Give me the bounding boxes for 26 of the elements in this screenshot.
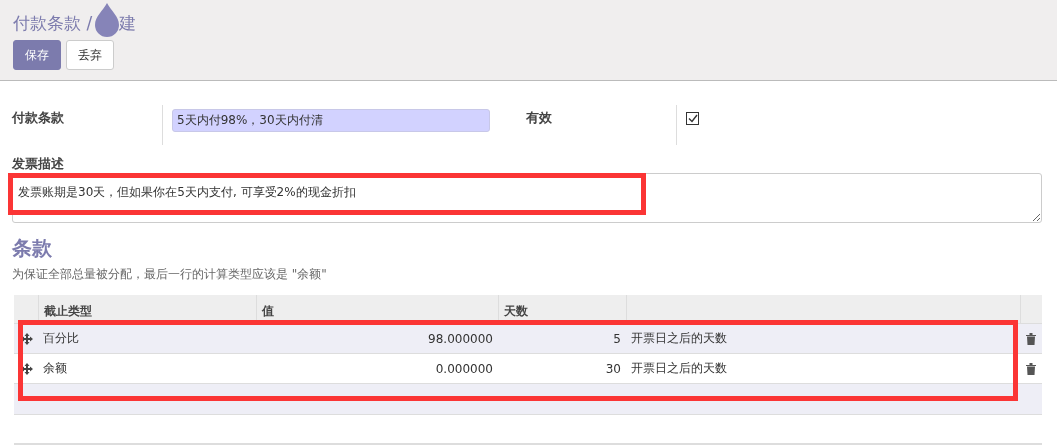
drag-handle-icon[interactable] <box>21 362 33 375</box>
input-field[interactable]: 5天内付98%，30天内付清 <box>172 109 490 132</box>
table-cell-text: 30 <box>604 361 622 376</box>
field-label: 发票描述 <box>12 155 65 173</box>
column-header[interactable]: 值 <box>256 295 498 323</box>
checkbox[interactable] <box>686 112 699 125</box>
table-cell-text: 开票日之后的天数 <box>630 360 728 377</box>
discard-button[interactable]: 丢弃 <box>66 40 114 70</box>
breadcrumb-parent[interactable]: 付款条款 / <box>13 11 93 35</box>
table-cell-text: 0.000000 <box>434 361 494 376</box>
field-label: 有效 <box>526 109 553 127</box>
save-button[interactable]: 保存 <box>13 40 61 70</box>
table-cell-text: 98.000000 <box>427 331 494 346</box>
trash-icon[interactable] <box>1026 332 1036 345</box>
breadcrumb-current: 建 <box>119 11 137 35</box>
table-cell-text: 百分比 <box>42 330 80 347</box>
field-label: 付款条款 <box>12 109 65 127</box>
hint-text: 为保证全部总量被分配，最后一行的计算类型应该是 "余额" <box>12 266 328 283</box>
column-header[interactable]: 截止类型 <box>38 295 256 323</box>
table-cell-text: 余额 <box>42 360 68 377</box>
trash-icon[interactable] <box>1026 362 1036 375</box>
section-title: 条款 <box>12 235 53 262</box>
table-cell-text: 开票日之后的天数 <box>630 330 728 347</box>
drag-handle-icon[interactable] <box>21 332 33 345</box>
table-cell-text: 5 <box>612 331 622 346</box>
column-header[interactable]: 天数 <box>498 295 626 323</box>
